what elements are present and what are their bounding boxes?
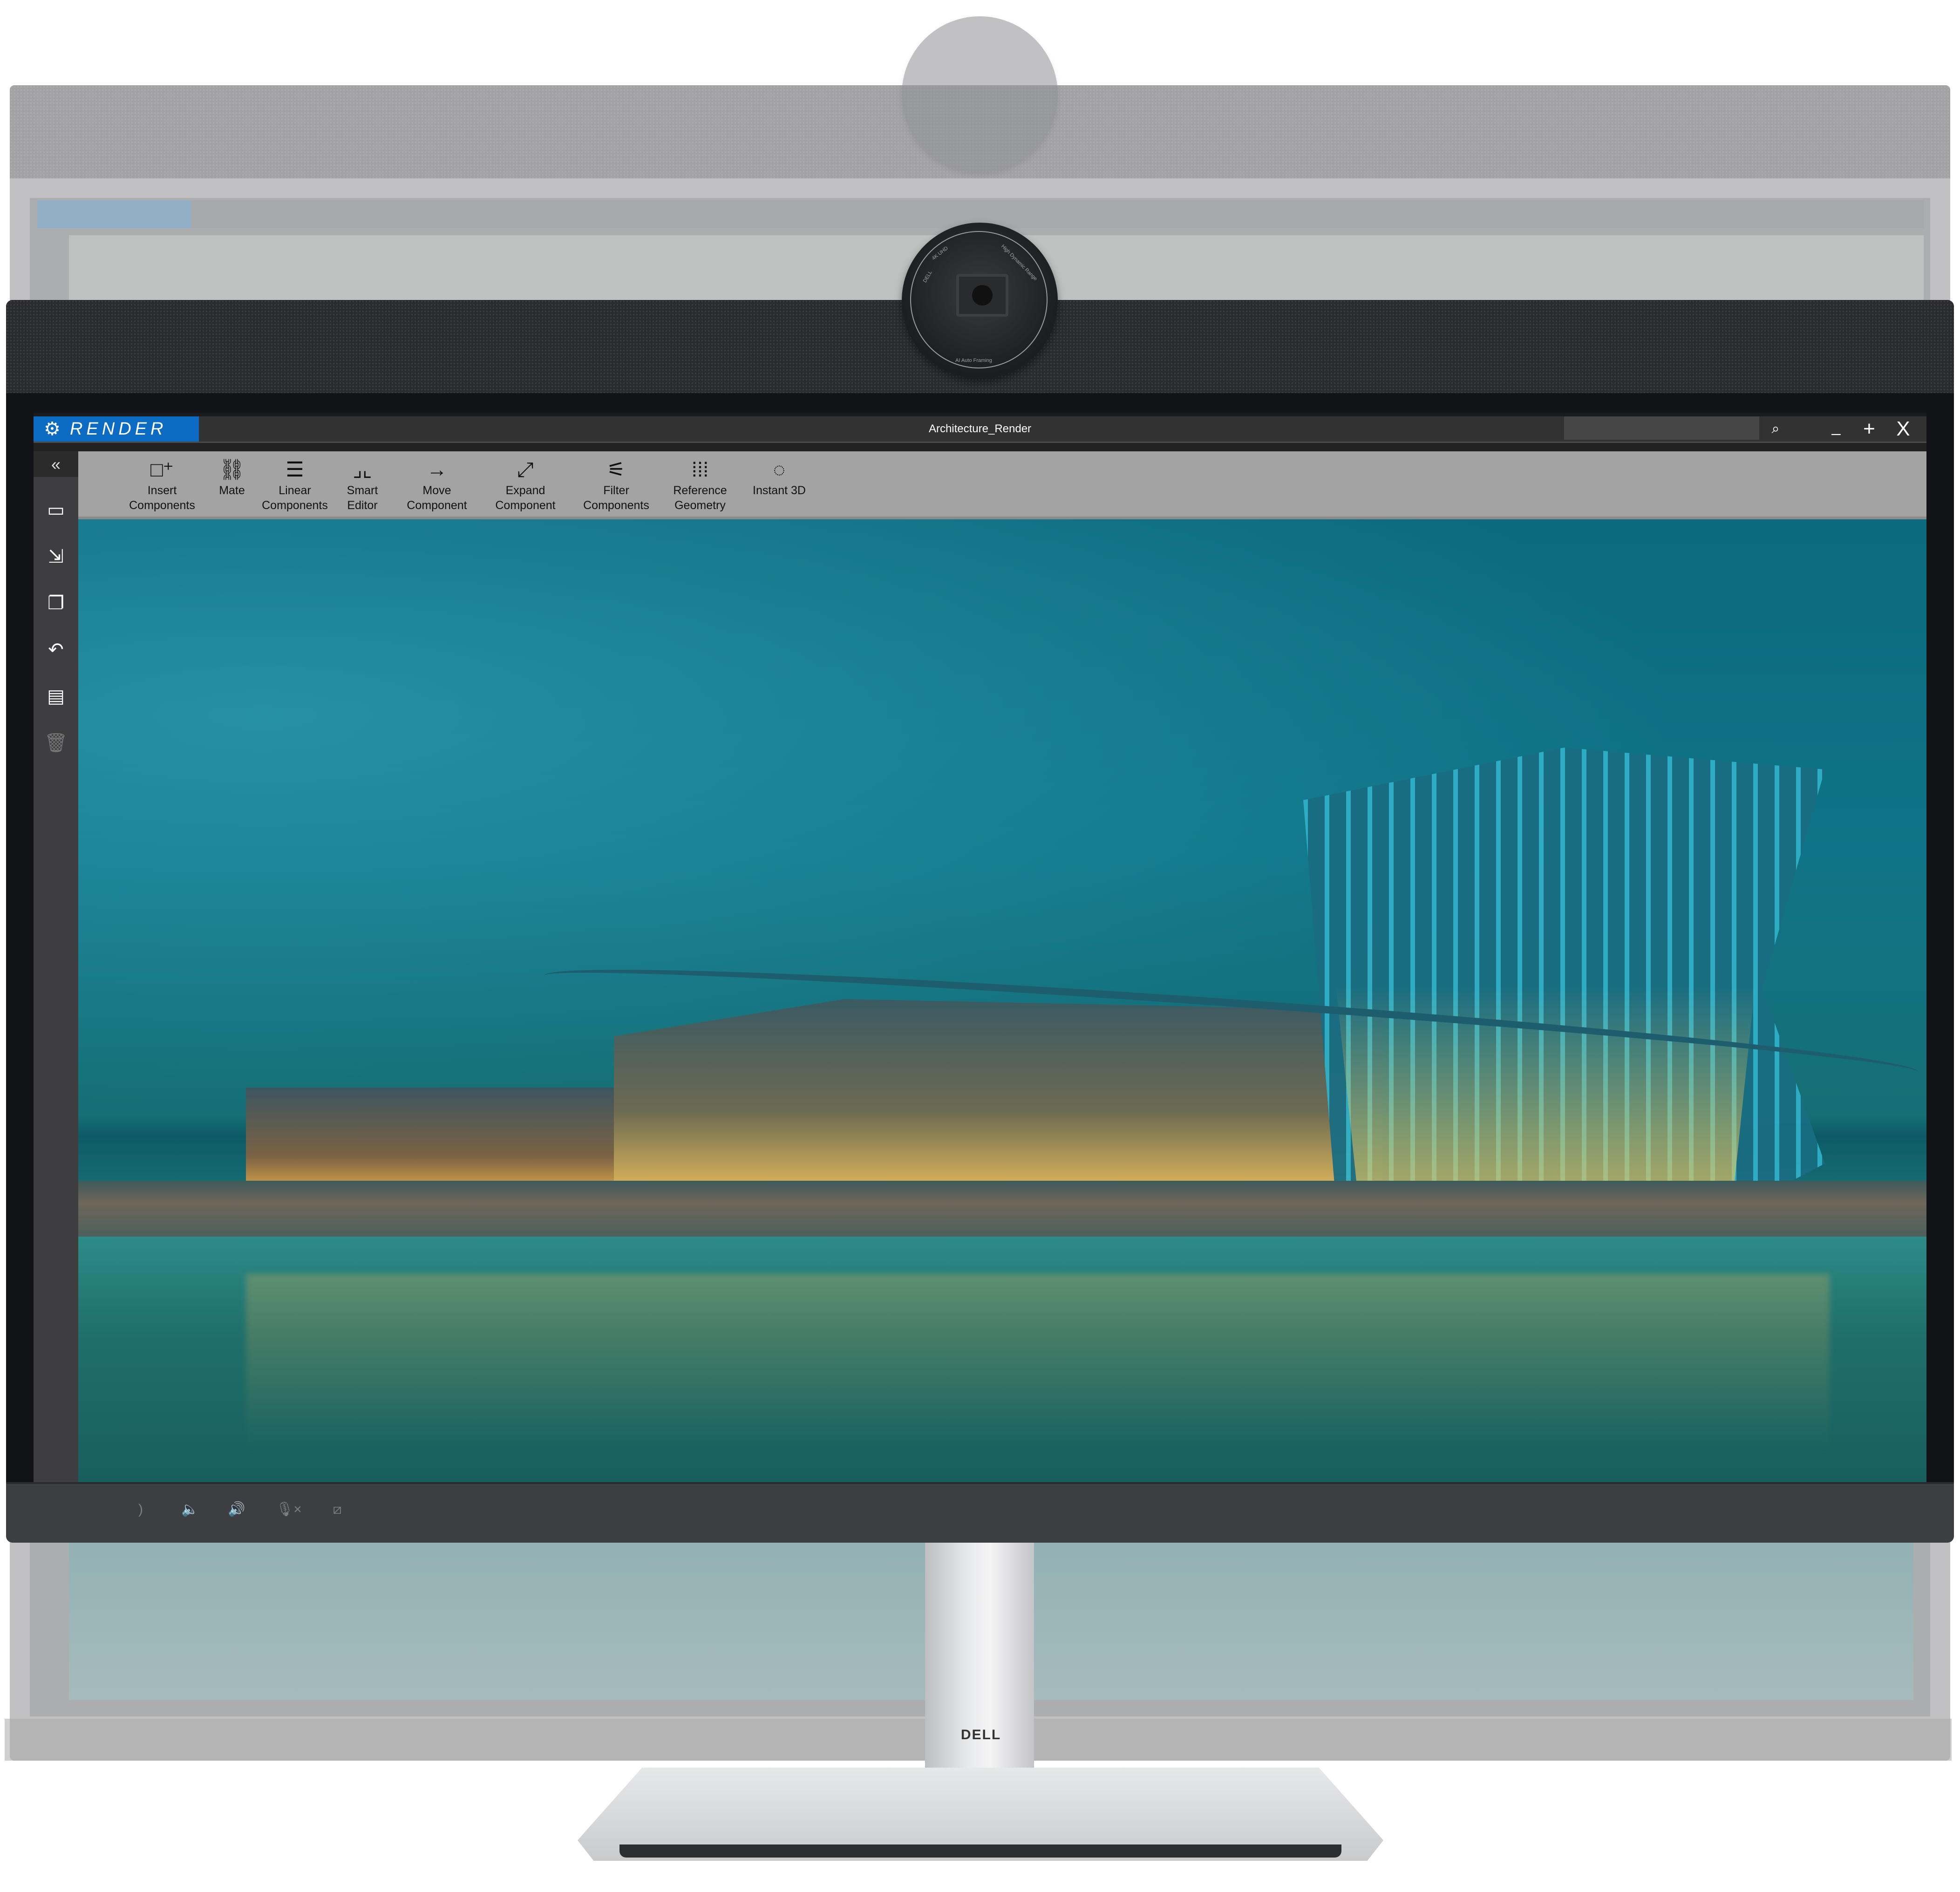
- toolbar: □⁺ Insert Components ⛓ Mate ☰ Linear Com…: [78, 451, 1926, 519]
- link-icon: ⛓: [219, 458, 245, 481]
- minimize-button[interactable]: _: [1827, 416, 1845, 442]
- smart-editor-button[interactable]: ⌟⌞ Smart Editor: [339, 457, 386, 513]
- select-rectangle-icon[interactable]: ▭: [44, 498, 68, 522]
- tool-label: Mate: [219, 484, 245, 497]
- collapse-sidebar-button[interactable]: «: [34, 451, 78, 477]
- app-logo[interactable]: ⚙ RENDER: [34, 416, 199, 442]
- titlebar: Architecture_Render ⚙ RENDER ⌕ _ + X: [34, 416, 1926, 443]
- instant-3d-button[interactable]: ◌ Instant 3D: [744, 457, 814, 498]
- tool-label: Editor: [347, 499, 378, 512]
- road-light-trails: [78, 1181, 1926, 1237]
- linear-pattern-icon: ☰: [286, 458, 304, 481]
- grid-dots-icon: ⁞⁞⁞: [691, 458, 709, 481]
- tool-label: Component: [495, 499, 556, 512]
- import-icon[interactable]: ⇲: [44, 544, 68, 569]
- lens-icon: [972, 285, 993, 306]
- mic-mute-icon[interactable]: 🎙×: [272, 1498, 305, 1521]
- tool-label: Geometry: [674, 499, 726, 512]
- tool-label: Expand: [505, 484, 545, 497]
- mate-button[interactable]: ⛓ Mate: [209, 457, 255, 498]
- camera-off-icon[interactable]: ⧄: [326, 1498, 349, 1521]
- sidebar: « ▭ ⇲ ❐ ↶ ▤ 🗑: [34, 451, 78, 1482]
- titlebar-divider: [34, 443, 1926, 451]
- monitor-stand-base-edge: [619, 1844, 1341, 1858]
- windows-icon[interactable]: ❐: [44, 591, 68, 615]
- reference-geometry-button[interactable]: ⁞⁞⁞ Reference Geometry: [665, 457, 735, 513]
- tool-label: Component: [407, 499, 467, 512]
- smart-editor-icon: ⌟⌞: [353, 458, 372, 481]
- move-component-button[interactable]: → Move Component: [400, 457, 474, 513]
- webcam: DELL 4K UHD High Dynamic Range AI Auto F…: [902, 223, 1058, 379]
- linear-components-button[interactable]: ☰ Linear Components: [255, 457, 334, 513]
- ghost-webcam: [902, 16, 1058, 172]
- render-viewport[interactable]: [78, 519, 1926, 1482]
- tool-label: Move: [422, 484, 451, 497]
- expand-icon: ⤢: [517, 458, 534, 481]
- undo-icon[interactable]: ↶: [44, 638, 68, 662]
- tool-label: Linear: [279, 484, 311, 497]
- maximize-button[interactable]: +: [1860, 416, 1878, 442]
- gear-icon: ⚙: [44, 419, 61, 439]
- tool-label: Components: [262, 499, 328, 512]
- tool-label: Components: [129, 499, 195, 512]
- search-icon[interactable]: ⌕: [1766, 416, 1785, 442]
- building-left-wing: [246, 1088, 665, 1185]
- phone-icon[interactable]: ): [129, 1498, 152, 1521]
- tool-label: Components: [583, 499, 649, 512]
- tool-label: Reference: [673, 484, 727, 497]
- volume-down-icon[interactable]: 🔈: [178, 1498, 202, 1521]
- insert-component-icon: □⁺: [150, 458, 174, 481]
- tool-label: Smart: [347, 484, 378, 497]
- dell-logo: DELL: [960, 1727, 1001, 1742]
- tool-label: Instant 3D: [753, 484, 806, 497]
- water-reflection: [246, 1274, 1830, 1451]
- app-name: RENDER: [70, 419, 167, 439]
- arrow-right-icon: →: [427, 458, 447, 481]
- tool-label: Insert: [147, 484, 177, 497]
- instant-3d-icon: ◌: [773, 458, 786, 481]
- document-icon[interactable]: ▤: [44, 684, 68, 708]
- tool-label: Filter: [603, 484, 629, 497]
- close-button[interactable]: X: [1894, 416, 1912, 442]
- camera-framing-label: AI Auto Framing: [955, 358, 992, 363]
- monitor-stand-neck: [925, 1537, 1034, 1789]
- volume-up-icon[interactable]: 🔊: [225, 1498, 248, 1521]
- filter-sliders-icon: ⚟: [607, 458, 626, 481]
- insert-components-button[interactable]: □⁺ Insert Components: [122, 457, 202, 513]
- ghost-app-logo: [37, 200, 191, 228]
- filter-components-button[interactable]: ⚟ Filter Components: [577, 457, 656, 513]
- bezel-bottom: ) 🔈 🔊 🎙× ⧄: [6, 1482, 1954, 1543]
- webcam-lens: [956, 274, 1008, 317]
- expand-component-button[interactable]: ⤢ Expand Component: [488, 457, 563, 513]
- search-input[interactable]: [1564, 416, 1759, 440]
- trash-icon[interactable]: 🗑: [44, 731, 68, 755]
